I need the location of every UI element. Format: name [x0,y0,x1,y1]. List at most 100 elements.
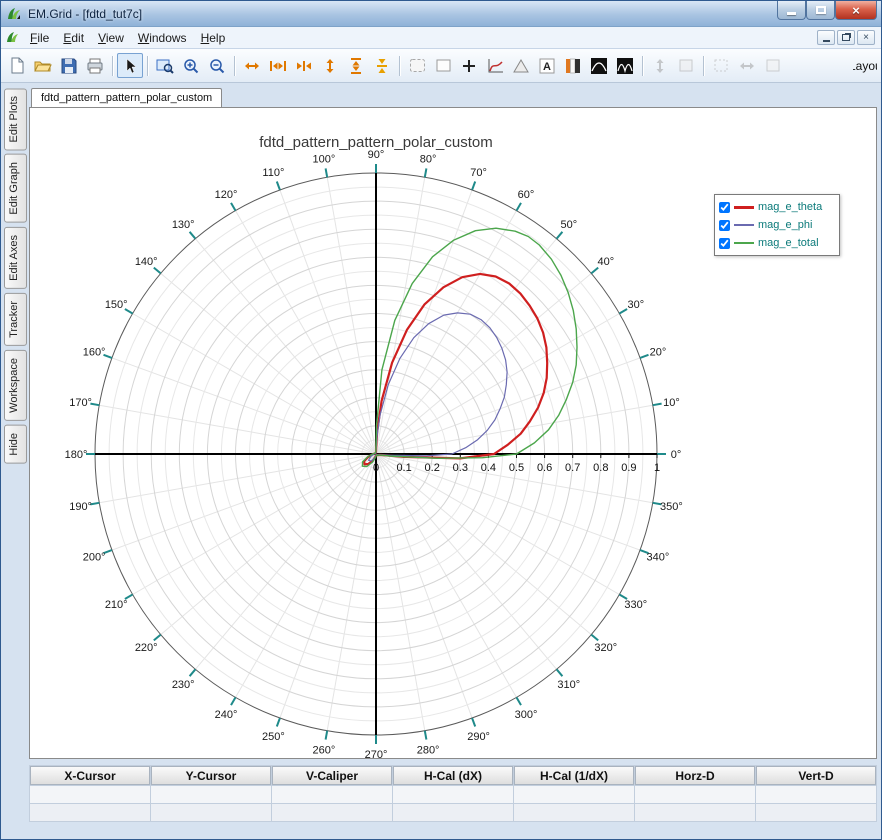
box-disabled-button[interactable] [673,53,699,78]
expand-vertical-button[interactable] [317,53,343,78]
mdi-minimize-icon [823,40,830,42]
legend-line-sample [734,206,754,209]
legend-label: mag_e_phi [758,219,812,231]
svg-text:350°: 350° [660,501,683,513]
close-icon: × [852,4,860,17]
mdi-restore-button[interactable] [837,30,855,45]
cursor-value-cell [635,786,755,803]
svg-text:260°: 260° [313,744,336,756]
save-button[interactable] [56,53,82,78]
waveform-single-button[interactable] [586,53,612,78]
svg-text:30°: 30° [627,299,644,311]
frame-disabled-icon [713,58,729,73]
close-button[interactable]: × [835,1,877,20]
legend-checkbox-mag-e-theta[interactable] [719,202,730,213]
compress-horizontal-button[interactable] [291,53,317,78]
menu-edit[interactable]: Edit [56,29,91,47]
menu-file[interactable]: File [23,29,56,47]
svg-text:270°: 270° [365,749,388,760]
svg-text:0.3: 0.3 [453,462,468,474]
select-region-button[interactable] [404,53,430,78]
toolbar-separator [703,56,704,76]
zoom-in-button[interactable] [178,53,204,78]
triangle-marker-button[interactable] [508,53,534,78]
sidebar-tab-edit-plots[interactable]: Edit Plots [4,88,27,150]
cursor-col-y-cursor: Y-Cursor [151,766,271,785]
svg-text:140°: 140° [135,256,158,268]
zoom-out-button[interactable] [204,53,230,78]
svg-text:250°: 250° [262,731,285,743]
expand-vertical-icon [323,57,337,75]
waveform-double-button[interactable] [612,53,638,78]
compress-horizontal-icon [295,59,313,73]
cursor-value-cell [514,786,634,803]
add-plus-button[interactable] [456,53,482,78]
new-document-button[interactable] [4,53,30,78]
maximize-button[interactable] [806,1,835,20]
svg-text:220°: 220° [135,642,158,654]
print-button[interactable] [82,53,108,78]
menu-view[interactable]: View [91,29,131,47]
fit-horizontal-button[interactable] [265,53,291,78]
svg-text:0: 0 [373,462,379,474]
svg-text:180°: 180° [65,449,88,461]
sidebar-tab-hide[interactable]: Hide [4,425,27,464]
sidebar-tab-edit-graph[interactable]: Edit Graph [4,154,27,223]
fit-vertical-button[interactable] [343,53,369,78]
cursor-col-x-cursor: X-Cursor [30,766,150,785]
svg-text:A: A [543,61,551,73]
expand-vertical-disabled-button[interactable] [647,53,673,78]
svg-text:100°: 100° [313,154,336,166]
layout-button[interactable]: Layout [852,53,878,78]
sidebar-tab-workspace[interactable]: Workspace [4,350,27,421]
svg-text:340°: 340° [647,552,670,564]
document-icon [5,30,21,46]
svg-text:0.6: 0.6 [537,462,552,474]
expand-vertical-disabled-icon [653,57,667,75]
svg-text:1: 1 [654,462,660,474]
chart-title: fdtd_pattern_pattern_polar_custom [30,134,722,151]
mdi-close-button[interactable]: × [857,30,875,45]
sidebar-tab-tracker[interactable]: Tracker [4,293,27,346]
svg-text:160°: 160° [83,346,106,358]
open-folder-icon [34,58,52,74]
svg-text:300°: 300° [515,709,538,721]
zoom-out-icon [209,58,225,74]
box-disabled-icon [678,58,694,73]
cursor-readout-table: X-CursorY-CursorV-CaliperH-Cal (dX)H-Cal… [29,765,877,822]
expand-horizontal-disabled-button[interactable] [734,53,760,78]
zoom-window-button[interactable] [152,53,178,78]
svg-text:280°: 280° [417,744,440,756]
save-icon [61,58,77,74]
frame2-disabled-button[interactable] [760,53,786,78]
svg-text:80°: 80° [420,154,437,166]
sidebar-tab-edit-axes[interactable]: Edit Axes [4,227,27,289]
content-area: fdtd_pattern_pattern_polar_custom 0°10°2… [27,83,881,839]
document-tab[interactable]: fdtd_pattern_pattern_polar_custom [31,88,222,107]
select-box-button[interactable] [430,53,456,78]
zoom-window-icon [156,58,174,74]
maximize-icon [816,6,826,14]
svg-text:150°: 150° [105,299,128,311]
title-bar: EM.Grid - [fdtd_tut7c] × [1,1,881,27]
compress-vertical-button[interactable] [369,53,395,78]
mdi-minimize-button[interactable] [817,30,835,45]
toolbar-separator [147,56,148,76]
colormap-button[interactable] [560,53,586,78]
legend-checkbox-mag-e-total[interactable] [719,238,730,249]
frame-disabled-button[interactable] [708,53,734,78]
menu-help[interactable]: Help [194,29,233,47]
minimize-button[interactable] [777,1,806,20]
open-button[interactable] [30,53,56,78]
legend-checkbox-mag-e-phi[interactable] [719,220,730,231]
cursor-value-cell [272,804,392,821]
svg-text:20°: 20° [650,346,667,358]
text-label-button[interactable]: A [534,53,560,78]
edit-curve-button[interactable] [482,53,508,78]
menu-windows[interactable]: Windows [131,29,194,47]
svg-text:190°: 190° [69,501,92,513]
svg-text:230°: 230° [172,679,195,691]
expand-horizontal-button[interactable] [239,53,265,78]
svg-text:200°: 200° [83,552,106,564]
pointer-tool-button[interactable] [117,53,143,78]
